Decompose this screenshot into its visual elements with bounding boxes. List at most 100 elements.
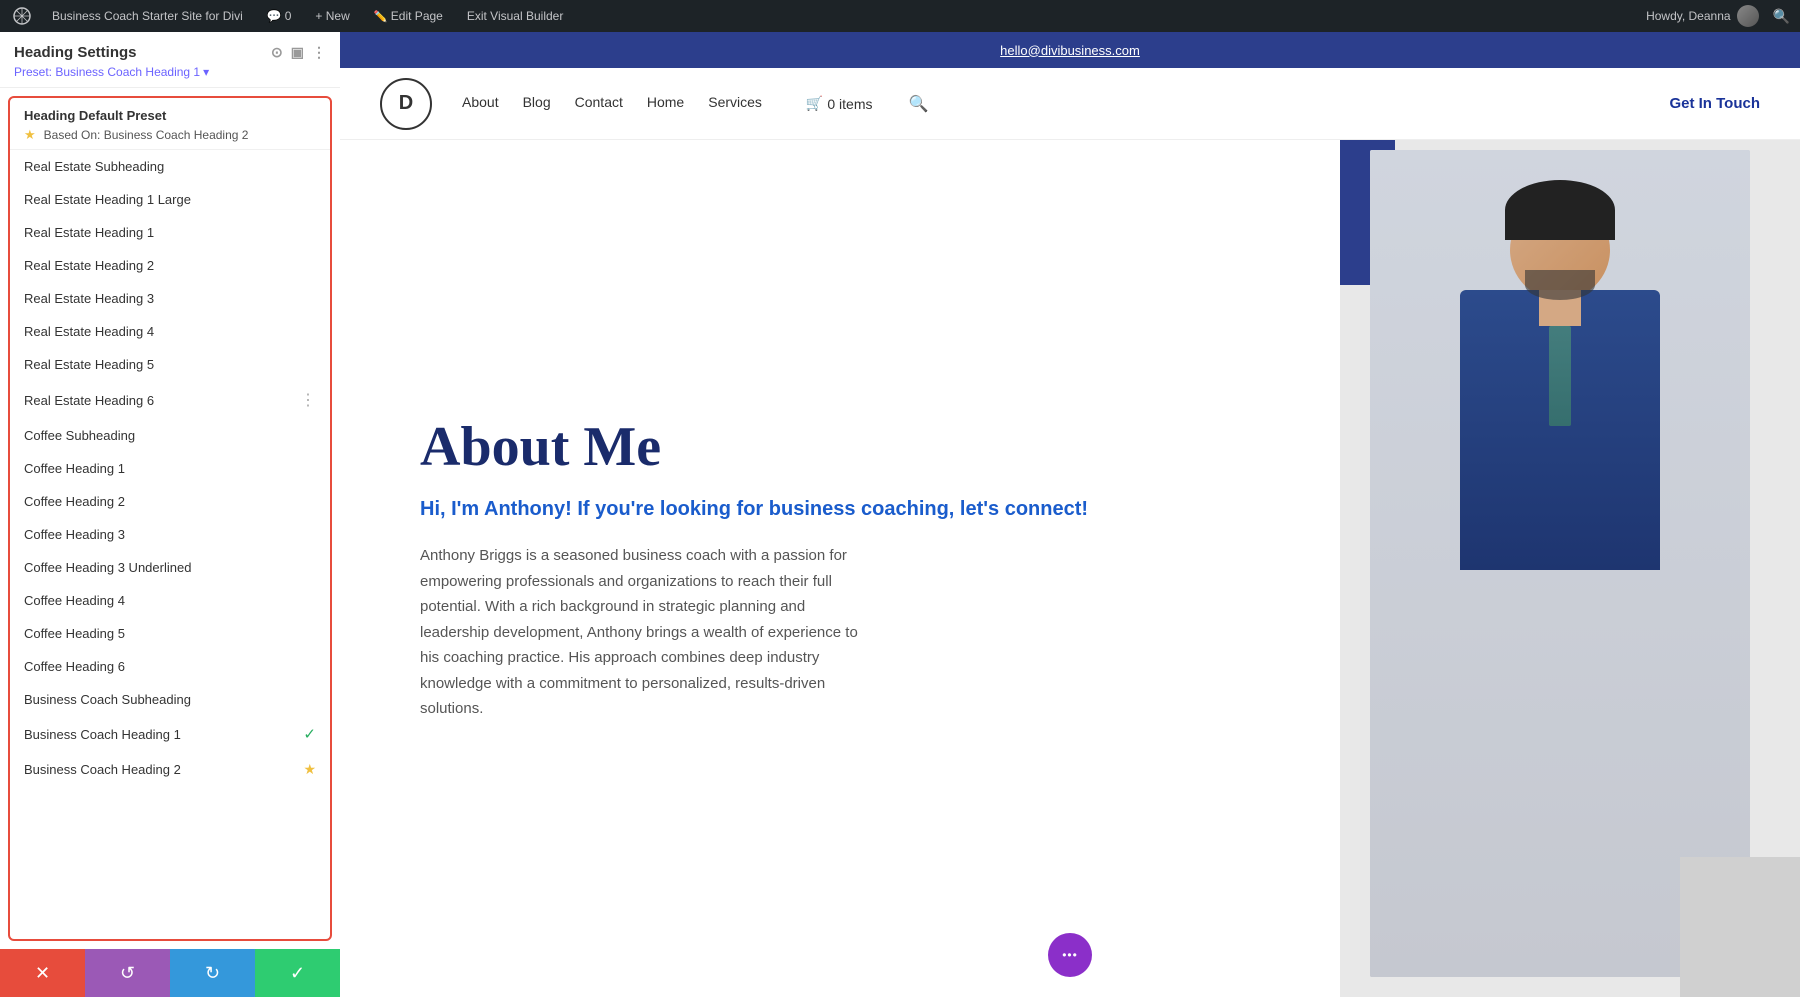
user-avatar — [1737, 5, 1759, 27]
preset-item[interactable]: Real Estate Subheading — [10, 150, 330, 183]
save-button[interactable]: ✓ — [255, 949, 340, 997]
preset-item-label: Real Estate Heading 5 — [24, 357, 154, 372]
gray-box-decoration — [1680, 857, 1800, 997]
preset-item-label: Coffee Heading 3 Underlined — [24, 560, 191, 575]
preset-item[interactable]: Coffee Heading 2 — [10, 485, 330, 518]
preset-item-label: Coffee Heading 3 — [24, 527, 125, 542]
site-topbar: hello@divibusiness.com — [340, 32, 1800, 68]
preset-item[interactable]: Real Estate Heading 2 — [10, 249, 330, 282]
preset-item[interactable]: Business Coach Subheading — [10, 683, 330, 716]
preset-item-label: Business Coach Heading 1 — [24, 727, 181, 742]
comments-bar-item[interactable]: 💬 0 — [261, 9, 298, 23]
nav-contact[interactable]: Contact — [575, 94, 623, 114]
preset-item[interactable]: Coffee Heading 4 — [10, 584, 330, 617]
nav-about[interactable]: About — [462, 94, 499, 114]
preset-label-text: Preset: Business Coach Heading 1 — [14, 65, 200, 79]
redo-button[interactable]: ↻ — [170, 949, 255, 997]
nav-cta-button[interactable]: Get In Touch — [1669, 95, 1760, 112]
preset-item-label: Business Coach Subheading — [24, 692, 191, 707]
preset-dropdown[interactable]: Heading Default Preset ★ Based On: Busin… — [8, 96, 332, 941]
preset-item-label: Real Estate Heading 3 — [24, 291, 154, 306]
preset-item[interactable]: Business Coach Heading 2 ★ — [10, 752, 330, 787]
person-silhouette — [1370, 150, 1750, 977]
preset-item[interactable]: Real Estate Heading 1 — [10, 216, 330, 249]
preset-item-label: Real Estate Subheading — [24, 159, 164, 174]
based-on-star-icon: ★ — [24, 127, 36, 143]
howdy-label: Howdy, Deanna — [1646, 9, 1731, 23]
cart-icon: 🛒 — [806, 95, 823, 112]
topbar-email[interactable]: hello@divibusiness.com — [1000, 43, 1140, 58]
preset-item-label: Real Estate Heading 1 Large — [24, 192, 191, 207]
preset-item-label: Real Estate Heading 6 — [24, 393, 154, 408]
preset-arrow-icon: ▾ — [203, 65, 209, 79]
nav-links: About Blog Contact Home Services 🛒 0 ite… — [462, 94, 1669, 114]
default-preset-heading: Heading Default Preset — [24, 108, 316, 123]
about-heading: About Me — [420, 415, 1280, 479]
panel-title-icons: ⊙ ▣ ⋮ — [271, 44, 326, 61]
star-icon: ★ — [303, 761, 316, 778]
panel-title-text: Heading Settings — [14, 44, 137, 61]
site-preview: hello@divibusiness.com D About Blog Cont… — [340, 32, 1800, 997]
nav-search-icon[interactable]: 🔍 — [908, 94, 928, 114]
wp-logo-icon[interactable] — [10, 4, 34, 28]
site-logo: D — [380, 78, 432, 130]
preset-item-label: Coffee Heading 1 — [24, 461, 125, 476]
left-panel: Heading Settings ⊙ ▣ ⋮ Preset: Business … — [0, 32, 340, 997]
site-content: About Me Hi, I'm Anthony! If you're look… — [340, 140, 1800, 997]
cart-count: 0 items — [827, 96, 872, 112]
about-body: Anthony Briggs is a seasoned business co… — [420, 543, 860, 722]
check-icon: ✓ — [303, 725, 316, 743]
preset-item[interactable]: Real Estate Heading 6 ⋮ — [10, 381, 330, 419]
preset-item[interactable]: Real Estate Heading 3 — [10, 282, 330, 315]
preset-item[interactable]: Coffee Heading 6 — [10, 650, 330, 683]
preset-item[interactable]: Coffee Heading 3 Underlined — [10, 551, 330, 584]
preset-item[interactable]: Real Estate Heading 5 — [10, 348, 330, 381]
nav-cart[interactable]: 🛒 0 items — [806, 94, 873, 114]
fab-button[interactable]: ••• — [1048, 933, 1092, 977]
exit-visual-builder-item[interactable]: Exit Visual Builder — [461, 9, 570, 23]
site-name-bar[interactable]: Business Coach Starter Site for Divi — [46, 9, 249, 23]
new-bar-item[interactable]: + New — [309, 9, 355, 23]
preset-item-label: Coffee Heading 2 — [24, 494, 125, 509]
preset-item-label: Coffee Heading 6 — [24, 659, 125, 674]
preset-item[interactable]: Coffee Heading 1 — [10, 452, 330, 485]
preset-item-label: Coffee Heading 4 — [24, 593, 125, 608]
preset-item-label: Real Estate Heading 1 — [24, 225, 154, 240]
preset-item[interactable]: Real Estate Heading 4 — [10, 315, 330, 348]
search-icon-bar[interactable]: 🔍 — [1773, 8, 1790, 25]
preset-list: Real Estate Subheading Real Estate Headin… — [10, 150, 330, 787]
nav-blog[interactable]: Blog — [523, 94, 551, 114]
wp-admin-bar: Business Coach Starter Site for Divi 💬 0… — [0, 0, 1800, 32]
preset-item[interactable]: Business Coach Heading 1 ✓ — [10, 716, 330, 752]
comment-icon: 💬 — [267, 9, 282, 23]
preset-label[interactable]: Preset: Business Coach Heading 1 ▾ — [14, 65, 326, 79]
based-on-row: ★ Based On: Business Coach Heading 2 — [24, 123, 316, 143]
nav-home[interactable]: Home — [647, 94, 684, 114]
preset-item-label: Coffee Heading 5 — [24, 626, 125, 641]
portrait-photo — [1370, 150, 1750, 977]
undo-button[interactable]: ↺ — [85, 949, 170, 997]
about-subheading: Hi, I'm Anthony! If you're looking for b… — [420, 495, 1280, 523]
preset-item-label: Real Estate Heading 2 — [24, 258, 154, 273]
fab-icon: ••• — [1062, 948, 1078, 962]
dots-icon: ⋮ — [300, 390, 316, 410]
howdy-section: Howdy, Deanna 🔍 — [1646, 5, 1790, 27]
cancel-button[interactable]: ✕ — [0, 949, 85, 997]
more-icon[interactable]: ⋮ — [312, 44, 326, 61]
preset-item[interactable]: Real Estate Heading 1 Large — [10, 183, 330, 216]
preset-item-label: Coffee Subheading — [24, 428, 135, 443]
panel-header: Heading Settings ⊙ ▣ ⋮ Preset: Business … — [0, 32, 340, 88]
site-nav: D About Blog Contact Home Services 🛒 0 i… — [340, 68, 1800, 140]
nav-services[interactable]: Services — [708, 94, 762, 114]
preset-item[interactable]: Coffee Heading 5 — [10, 617, 330, 650]
content-right — [1340, 140, 1800, 997]
preset-item[interactable]: Coffee Heading 3 — [10, 518, 330, 551]
based-on-label: Based On: Business Coach Heading 2 — [44, 128, 249, 142]
screenshot-icon[interactable]: ⊙ — [271, 44, 283, 61]
layout-icon[interactable]: ▣ — [291, 44, 304, 61]
main-layout: Heading Settings ⊙ ▣ ⋮ Preset: Business … — [0, 32, 1800, 997]
edit-page-bar-item[interactable]: ✏️ Edit Page — [368, 9, 449, 23]
preset-item-label: Business Coach Heading 2 — [24, 762, 181, 777]
preset-item[interactable]: Coffee Subheading — [10, 419, 330, 452]
panel-title-row: Heading Settings ⊙ ▣ ⋮ — [14, 44, 326, 61]
